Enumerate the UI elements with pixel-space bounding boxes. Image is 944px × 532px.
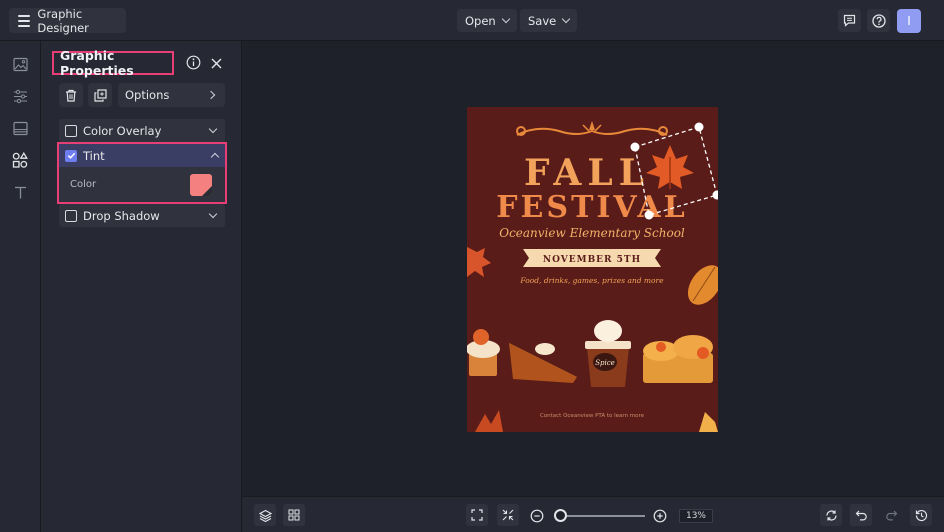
tint-color-label: Color [70,179,97,190]
user-avatar[interactable]: I [897,9,921,33]
chevron-down-icon [501,14,510,24]
duplicate-icon [93,88,107,102]
sliders-icon[interactable] [11,87,29,105]
resize-handle[interactable] [630,142,640,152]
cup-label: Spice [595,359,615,367]
zoom-level[interactable]: 13% [679,509,713,523]
drop-shadow-label: Drop Shadow [83,208,160,223]
save-label: Save [528,13,557,28]
options-label: Options [125,88,170,102]
help-icon [871,13,886,28]
hamburger-icon [18,14,31,27]
poster-title-line2: FESTIVAL [496,190,688,225]
refresh-button[interactable] [820,504,842,526]
zoom-in-icon[interactable] [653,508,667,523]
redo-icon [885,510,897,521]
image-icon[interactable] [11,55,29,73]
poster-title-line1: FALL [524,152,650,194]
open-button[interactable]: Open [457,9,517,32]
refresh-icon [825,509,837,521]
info-icon[interactable] [186,55,201,70]
grid-icon [288,509,300,521]
chevron-down-icon [561,14,571,24]
tint-section: Tint Color [57,142,227,204]
top-bar: Graphic Designer Open Save I [0,0,944,41]
help-button[interactable] [867,9,890,32]
chevron-down-icon [208,124,218,134]
chevron-right-icon [206,90,216,100]
zoom-out-icon[interactable] [530,508,544,523]
shapes-icon[interactable] [11,151,29,169]
chevron-up-icon [210,152,220,162]
tint-checkbox[interactable] [65,149,77,162]
resize-handle[interactable] [694,122,704,132]
trash-icon [66,89,76,102]
chat-icon [843,14,856,27]
history-button[interactable] [910,504,932,526]
undo-button[interactable] [850,504,872,526]
resize-handle[interactable] [644,210,654,220]
tint-label: Tint [83,148,105,163]
poster-school: Oceanview Elementary School [499,226,685,240]
open-label: Open [465,13,496,28]
check-icon [67,152,75,159]
background-icon[interactable] [11,119,29,137]
left-toolbar [0,41,41,532]
text-icon[interactable] [11,183,29,201]
fit-to-screen-button[interactable] [466,504,488,526]
app-menu-button[interactable]: Graphic Designer [9,6,126,35]
zoom-slider-handle[interactable] [554,509,567,522]
chevron-down-icon [208,209,218,219]
poster-contact: Contact Oceanview PTA to learn more [540,413,645,419]
bottom-toolbar: 13% [242,496,944,532]
graphic-properties-panel: Graphic Properties Options Color Overlay… [41,41,242,532]
poster-details: Food, drinks, games, prizes and more [519,276,664,285]
panel-title: Graphic Properties [52,48,174,78]
drop-shadow-section[interactable]: Drop Shadow [59,204,225,227]
tint-color-swatch[interactable] [190,174,212,196]
collapse-icon [502,509,514,521]
duplicate-button[interactable] [88,83,112,107]
fit-artboard-button[interactable] [497,504,519,526]
redo-button[interactable] [880,504,902,526]
poster-date: NOVEMBER 5TH [543,255,641,265]
layers-icon [258,509,272,522]
save-button[interactable]: Save [520,9,578,32]
feedback-button[interactable] [838,9,861,32]
delete-button[interactable] [59,83,83,107]
drop-shadow-checkbox[interactable] [65,209,77,222]
app-title: Graphic Designer [37,6,89,35]
color-overlay-label: Color Overlay [83,123,162,138]
tint-header[interactable]: Tint [59,144,225,167]
color-overlay-checkbox[interactable] [65,124,77,137]
close-icon[interactable] [210,55,223,69]
undo-icon [855,510,867,521]
zoom-slider-track[interactable] [559,515,645,517]
grid-button[interactable] [283,504,305,526]
color-overlay-section[interactable]: Color Overlay [59,119,225,142]
expand-icon [471,509,483,521]
poster-artboard[interactable]: FALL FESTIVAL Oceanview Elementary Schoo… [467,107,718,432]
tint-body: Color [59,167,225,202]
options-button[interactable]: Options [118,83,225,107]
layers-button[interactable] [254,504,276,526]
design-canvas[interactable]: FALL FESTIVAL Oceanview Elementary Schoo… [242,41,944,496]
history-icon [915,509,927,521]
